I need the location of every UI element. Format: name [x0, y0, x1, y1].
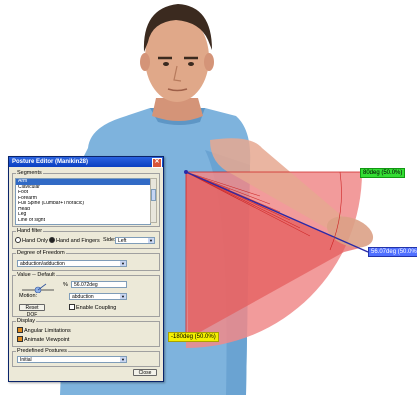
- animate-viewpoint-label: Animate Viewpoint: [24, 337, 70, 343]
- motion-select[interactable]: abduction ▼: [69, 293, 127, 300]
- side-select[interactable]: Left ▼: [115, 237, 155, 244]
- dof-group-title: Degree of Freedom: [16, 250, 66, 257]
- list-item[interactable]: Line of sight: [16, 218, 150, 224]
- angular-limitations-checkbox[interactable]: Angular Limitations: [17, 327, 71, 335]
- hand-filter-group: Hand filter Hand Only Hand and Fingers S…: [12, 228, 160, 249]
- angular-limitations-label: Angular Limitations: [24, 328, 71, 334]
- angle-dial-icon[interactable]: [18, 281, 58, 293]
- max-angle-label: 80deg (50.0%): [360, 168, 406, 178]
- dof-select[interactable]: abduction/adduction ▼: [17, 260, 127, 267]
- reset-dof-button[interactable]: Reset DOF: [19, 304, 45, 318]
- value-input[interactable]: 56.072deg: [71, 281, 127, 288]
- segments-list[interactable]: Arm Clavicular Foot Forearm Full Spine (…: [15, 178, 151, 225]
- segments-scrollbar[interactable]: [150, 178, 157, 223]
- segments-group-title: Segments: [16, 170, 43, 177]
- chevron-down-icon: ▼: [120, 294, 126, 299]
- value-group-title: Value -- Default: [16, 272, 56, 279]
- predefined-posture-select[interactable]: Initial ▼: [17, 356, 127, 363]
- hand-only-radio[interactable]: Hand Only: [15, 237, 48, 245]
- close-icon[interactable]: ✕: [152, 158, 162, 168]
- enable-coupling-checkbox[interactable]: Enable Coupling: [69, 304, 116, 312]
- hand-filter-title: Hand filter: [16, 228, 44, 235]
- chevron-down-icon: ▼: [120, 261, 126, 266]
- motion-label: Motion:: [19, 293, 38, 299]
- hand-and-fingers-radio[interactable]: Hand and Fingers: [49, 237, 100, 245]
- percent-sign: %: [63, 282, 68, 288]
- hand-and-fingers-label: Hand and Fingers: [56, 238, 100, 244]
- motion-value: abduction: [72, 294, 94, 300]
- predefined-postures-group: Predefined Postures Initial ▼: [12, 348, 160, 367]
- chevron-down-icon: ▼: [148, 238, 154, 243]
- side-label: Side:: [103, 237, 116, 243]
- animate-viewpoint-checkbox[interactable]: Animate Viewpoint: [17, 336, 69, 344]
- dialog-title-bar[interactable]: Posture Editor (Manikin28) ✕: [9, 157, 163, 168]
- current-angle-label: 56.07deg (50.0%): [368, 247, 417, 257]
- predefined-value: Initial: [20, 357, 32, 363]
- enable-coupling-label: Enable Coupling: [76, 305, 117, 311]
- posture-editor-dialog: Posture Editor (Manikin28) ✕ Segments Ar…: [8, 156, 164, 382]
- chevron-down-icon: ▼: [120, 357, 126, 362]
- predefined-group-title: Predefined Postures: [16, 348, 68, 355]
- side-value: Left: [118, 238, 127, 244]
- segments-group: Segments Arm Clavicular Foot Forearm Ful…: [12, 170, 160, 227]
- close-button[interactable]: Close: [133, 369, 157, 376]
- dialog-title: Posture Editor (Manikin28): [12, 159, 89, 165]
- value-default-group: Value -- Default % 56.072deg Motion: abd…: [12, 272, 160, 318]
- display-group: Display Angular Limitations Animate View…: [12, 318, 160, 347]
- display-group-title: Display: [16, 318, 37, 325]
- min-angle-label: -180deg (50.0%): [168, 332, 219, 342]
- hand-only-label: Hand Only: [22, 238, 48, 244]
- dof-group: Degree of Freedom abduction/adduction ▼: [12, 250, 160, 271]
- dof-value: abduction/adduction: [20, 261, 65, 267]
